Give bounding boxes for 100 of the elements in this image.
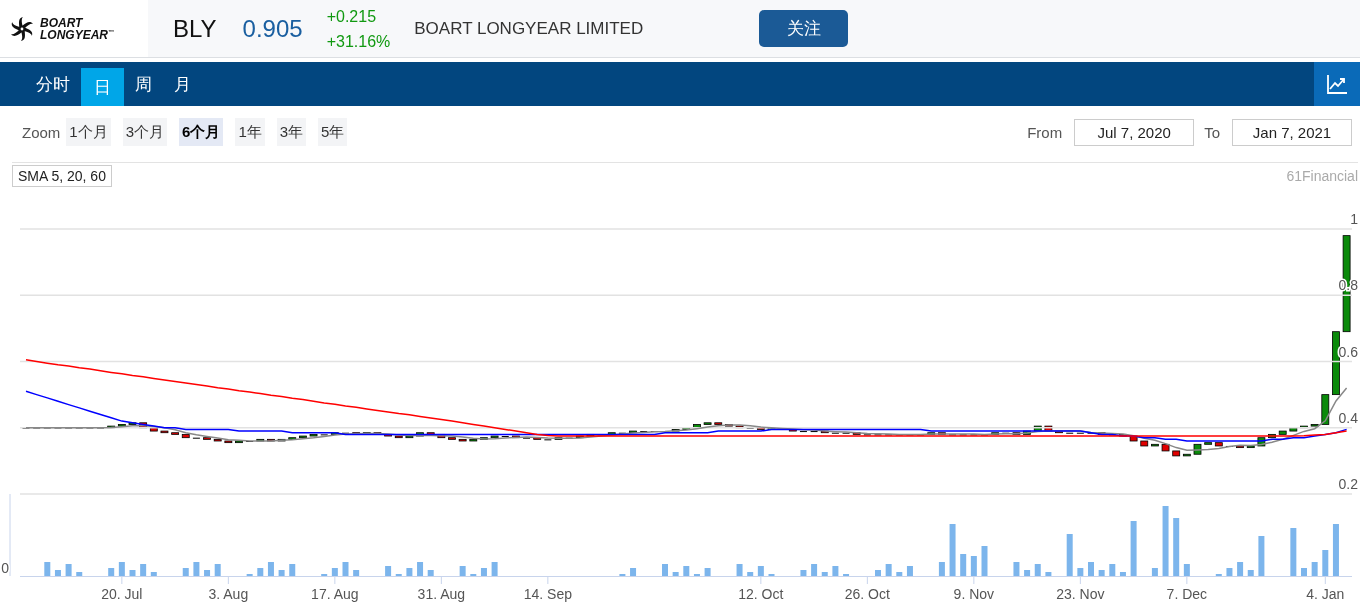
volume-bar bbox=[1183, 564, 1190, 576]
volume-bar bbox=[800, 570, 807, 576]
indicator-legend[interactable]: SMA 5, 20, 60 bbox=[12, 165, 112, 187]
from-date-field[interactable]: Jul 7, 2020 bbox=[1074, 118, 1195, 146]
volume-bar bbox=[140, 564, 147, 576]
x-axis-label: 12. Oct bbox=[738, 586, 784, 602]
volume-bar bbox=[1290, 528, 1297, 576]
volume-bar bbox=[811, 564, 818, 576]
volume-bar bbox=[1098, 570, 1105, 576]
last-price: 0.905 bbox=[242, 14, 303, 43]
period-tab[interactable]: 周 bbox=[124, 62, 163, 106]
volume-bar bbox=[118, 562, 125, 576]
volume-bar bbox=[76, 572, 83, 576]
volume-bar bbox=[970, 556, 977, 576]
volume-bar bbox=[108, 568, 115, 576]
volume-bar bbox=[480, 568, 487, 576]
period-tab[interactable]: 月 bbox=[163, 62, 202, 106]
volume-bar bbox=[214, 564, 221, 576]
volume-bar bbox=[406, 568, 413, 576]
zoom-label: Zoom bbox=[22, 123, 61, 141]
volume-axis-label: 0 bbox=[1, 560, 9, 576]
period-tab[interactable]: 分时 bbox=[25, 62, 81, 106]
volume-bar bbox=[832, 566, 839, 576]
volume-bar bbox=[875, 570, 881, 576]
volume-bar bbox=[331, 568, 338, 576]
zoom-range-button[interactable]: 5年 bbox=[318, 118, 348, 146]
logo-wordmark: LONGYEAR bbox=[40, 28, 108, 41]
volume-bar bbox=[193, 562, 200, 576]
zoom-range-button[interactable]: 1个月 bbox=[66, 118, 111, 146]
volume-bar bbox=[960, 554, 967, 576]
logo-wordmark: BOART bbox=[40, 16, 84, 29]
zoom-range-button[interactable]: 6个月 bbox=[179, 118, 224, 146]
volume-bar bbox=[1151, 568, 1158, 576]
volume-bar bbox=[704, 568, 711, 576]
volume-bar bbox=[289, 564, 296, 576]
ticker-symbol: BLY bbox=[173, 14, 217, 43]
volume-bar bbox=[1173, 518, 1180, 576]
volume-bar bbox=[1088, 562, 1094, 576]
volume-bar bbox=[1045, 572, 1052, 576]
volume-bar bbox=[757, 566, 764, 576]
x-axis-label: 20. Jul bbox=[101, 586, 143, 602]
volume-bar bbox=[1311, 562, 1318, 576]
price-change: +0.215 bbox=[326, 6, 378, 27]
volume-bar bbox=[1237, 562, 1244, 576]
from-label: From bbox=[1027, 123, 1063, 141]
volume-bar bbox=[267, 562, 274, 576]
volume-bar bbox=[342, 562, 349, 576]
volume-bar bbox=[278, 570, 285, 576]
to-label: To bbox=[1204, 123, 1220, 141]
volume-bar bbox=[938, 562, 945, 576]
volume-bar bbox=[1109, 564, 1116, 576]
x-axis-label: 4. Jan bbox=[1306, 586, 1345, 602]
trend-chart-icon bbox=[1326, 73, 1348, 95]
x-axis-label: 31. Aug bbox=[417, 586, 466, 602]
volume-bar bbox=[54, 570, 61, 576]
chart-credit: 61Financial bbox=[1286, 168, 1358, 184]
zoom-range-button[interactable]: 3个月 bbox=[122, 118, 168, 146]
y-axis-label: 0.4 bbox=[1338, 409, 1358, 426]
volume-bar bbox=[1301, 568, 1307, 576]
volume-bar bbox=[662, 564, 668, 576]
volume-bar bbox=[1332, 524, 1339, 576]
volume-bar bbox=[427, 570, 434, 576]
chart-type-button[interactable] bbox=[1314, 62, 1360, 106]
pinwheel-logo-icon bbox=[9, 15, 35, 42]
volume-bar bbox=[683, 566, 690, 576]
volume-bar bbox=[630, 568, 637, 576]
to-date-field[interactable]: Jan 7, 2021 bbox=[1232, 118, 1352, 146]
y-axis-label: 1 bbox=[1350, 211, 1358, 227]
volume-bar bbox=[491, 562, 498, 576]
volume-bar bbox=[906, 566, 913, 576]
volume-bar bbox=[1226, 568, 1233, 576]
volume-bar bbox=[1162, 506, 1169, 576]
volume-bar bbox=[417, 562, 424, 576]
volume-bar bbox=[459, 566, 466, 576]
volume-bar bbox=[1034, 564, 1041, 576]
volume-bar bbox=[204, 570, 211, 576]
volume-bar bbox=[353, 570, 360, 576]
percent-change: +31.16% bbox=[326, 31, 391, 52]
follow-button[interactable]: 关注 bbox=[759, 10, 849, 47]
volume-bar bbox=[385, 566, 392, 576]
volume-bar bbox=[949, 524, 956, 576]
x-axis-label: 26. Oct bbox=[844, 586, 890, 602]
volume-bar bbox=[257, 568, 264, 576]
volume-bar bbox=[1130, 521, 1137, 576]
volume-bar bbox=[1258, 536, 1265, 576]
zoom-range-button[interactable]: 1年 bbox=[235, 118, 265, 146]
company-name: BOART LONGYEAR LIMITED bbox=[414, 18, 644, 39]
volume-bar bbox=[129, 570, 136, 576]
volume-bar bbox=[736, 564, 743, 576]
volume-bar bbox=[981, 546, 988, 576]
volume-bar bbox=[821, 572, 828, 576]
volume-bar bbox=[1077, 568, 1084, 576]
x-axis-label: 7. Dec bbox=[1166, 586, 1208, 602]
volume-bar bbox=[1013, 562, 1020, 576]
volume-bar bbox=[672, 572, 679, 576]
volume-bar bbox=[1119, 572, 1126, 576]
x-axis-label: 3. Aug bbox=[208, 586, 249, 602]
zoom-range-button[interactable]: 3年 bbox=[276, 118, 307, 146]
volume-bar bbox=[150, 572, 157, 576]
volume-bar bbox=[1247, 570, 1254, 576]
